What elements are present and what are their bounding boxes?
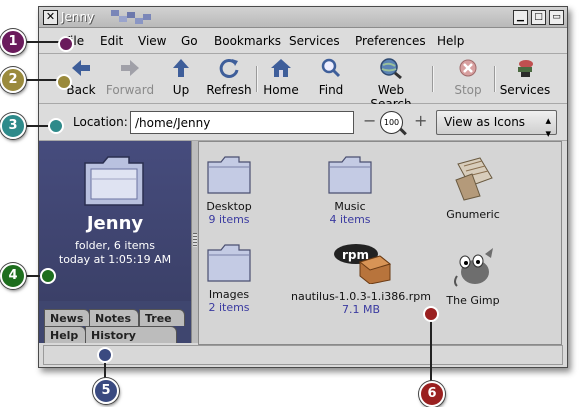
tab-history[interactable]: History — [85, 326, 177, 343]
svg-text:rpm: rpm — [342, 248, 369, 262]
title-bar[interactable]: ✕ Jenny ▁ □ ▭ — [39, 7, 567, 28]
web-search-button[interactable]: Web Search — [356, 57, 426, 111]
menu-help[interactable]: Help — [437, 34, 464, 48]
title-pattern-icon — [111, 10, 151, 24]
sidebar-folder-name: Jenny — [86, 213, 144, 234]
file-item[interactable]: rpm nautilus-1.0.3-1.i386.rpm 7.1 MB — [283, 240, 439, 316]
window-title: Jenny — [61, 10, 95, 24]
splitter-grip-icon[interactable] — [193, 233, 197, 247]
callout-leader-line — [430, 315, 432, 383]
forward-arrow-icon — [121, 60, 139, 76]
callout-3-dot — [48, 118, 64, 134]
home-icon — [271, 59, 291, 77]
services-icon — [518, 60, 533, 77]
up-button[interactable]: Up — [167, 57, 195, 97]
view-mode-value: View as Icons — [444, 115, 526, 129]
file-item[interactable]: Gnumeric — [435, 156, 511, 221]
close-icon[interactable]: ✕ — [43, 10, 58, 25]
forward-button[interactable]: Forward — [105, 57, 155, 97]
sidebar-folder-description: folder, 6 items — [74, 239, 155, 252]
services-button[interactable]: Services — [499, 57, 551, 97]
menu-go[interactable]: Go — [181, 34, 198, 48]
file-manager-window: ✕ Jenny ▁ □ ▭ File Edit View Go Bookmark… — [38, 6, 568, 368]
tab-help[interactable]: Help — [44, 326, 86, 343]
folder-icon — [328, 156, 372, 194]
stop-icon — [459, 59, 477, 77]
callout-6: 6 — [419, 381, 445, 407]
folder-icon — [207, 156, 251, 194]
callout-2: 2 — [0, 67, 26, 93]
refresh-icon — [219, 58, 239, 78]
status-bar — [43, 345, 563, 365]
file-icon-view: Desktop 9 items Music 4 items Gnumeric I… — [198, 141, 562, 345]
location-label: Location: — [73, 115, 128, 129]
tab-news[interactable]: News — [44, 309, 90, 326]
tab-notes[interactable]: Notes — [89, 309, 139, 326]
view-mode-select[interactable]: View as Icons ▴ ▾ — [436, 110, 557, 140]
home-button[interactable]: Home — [263, 57, 299, 97]
sidebar-folder-modified: today at 1:05:19 AM — [58, 253, 172, 266]
callout-1-dot — [58, 36, 74, 52]
rpm-package-icon: rpm — [334, 244, 392, 285]
menu-bookmarks[interactable]: Bookmarks — [214, 34, 281, 48]
callout-2-dot — [56, 74, 72, 90]
toolbar: Back Forward Up Refresh Home Find Web St… — [39, 54, 567, 111]
zoom-magnifier-handle — [399, 127, 407, 136]
menu-bar: File Edit View Go Bookmarks Services Pre… — [39, 28, 567, 54]
stop-button[interactable]: Stop — [453, 57, 483, 97]
location-bar: Location: − 100 + View as Icons ▴▾ — [39, 104, 567, 141]
file-item[interactable]: The Gimp — [435, 246, 511, 307]
menu-services[interactable]: Services — [289, 34, 340, 48]
up-arrow-icon — [173, 59, 189, 77]
zoom-in-icon[interactable]: + — [414, 113, 427, 129]
toolbar-separator — [432, 66, 434, 92]
file-item[interactable]: Images 2 items — [203, 244, 255, 314]
callout-5-dot — [97, 347, 113, 363]
search-icon — [321, 58, 341, 78]
menu-edit[interactable]: Edit — [100, 34, 123, 48]
callout-1: 1 — [0, 29, 26, 55]
sidebar: Jenny folder, 6 items today at 1:05:19 A… — [39, 141, 191, 343]
maximize-icon[interactable]: □ — [531, 10, 546, 25]
callout-5: 5 — [93, 378, 119, 404]
gimp-icon — [454, 248, 493, 287]
callout-4-dot — [40, 268, 56, 284]
sidebar-info-panel: Jenny folder, 6 items today at 1:05:19 A… — [39, 141, 191, 301]
minimize-icon[interactable]: ▁ — [513, 10, 528, 25]
callout-3: 3 — [0, 113, 26, 139]
menu-preferences[interactable]: Preferences — [355, 34, 426, 48]
select-arrows-icon: ▴ ▾ — [545, 114, 551, 140]
location-input[interactable] — [130, 111, 354, 134]
file-item[interactable]: Desktop 9 items — [203, 156, 255, 226]
zoom-out-icon[interactable]: − — [363, 113, 376, 129]
folder-icon — [84, 156, 144, 206]
shade-icon[interactable]: ▭ — [549, 10, 564, 25]
callout-6-dot — [423, 306, 439, 322]
refresh-button[interactable]: Refresh — [206, 57, 252, 97]
menu-view[interactable]: View — [138, 34, 166, 48]
callout-4: 4 — [0, 263, 26, 289]
gnumeric-icon — [455, 157, 493, 201]
find-button[interactable]: Find — [316, 57, 346, 97]
web-search-icon — [380, 58, 402, 79]
tab-tree[interactable]: Tree — [139, 309, 185, 326]
file-item[interactable]: Music 4 items — [317, 156, 383, 226]
toolbar-separator — [494, 66, 496, 92]
folder-icon — [207, 244, 251, 282]
toolbar-separator — [256, 66, 258, 92]
back-arrow-icon — [72, 60, 90, 76]
zoom-level-value: 100 — [383, 118, 400, 127]
